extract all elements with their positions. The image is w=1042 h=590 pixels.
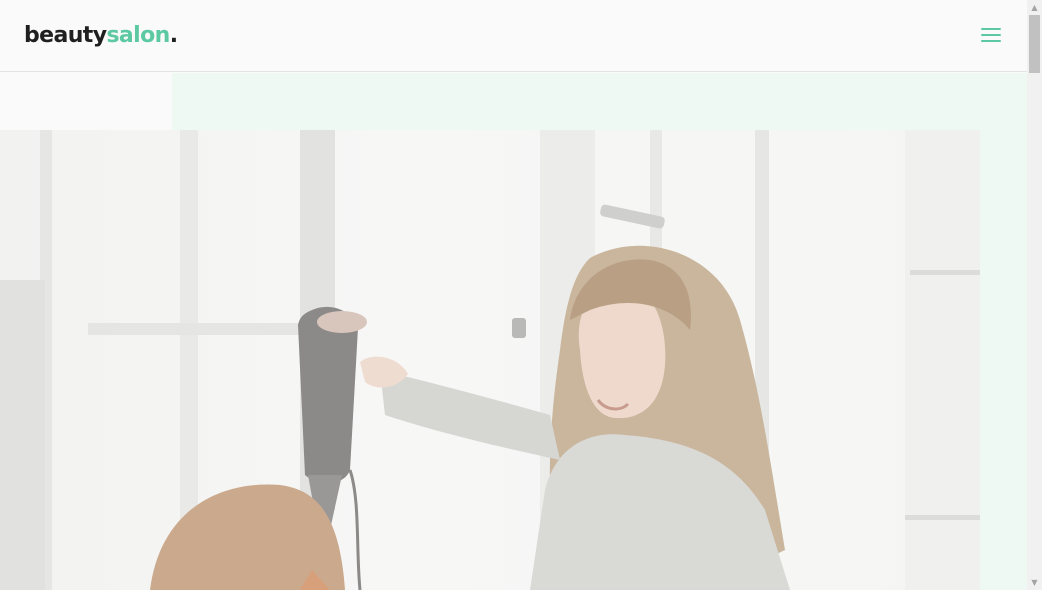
- site-header: beautysalon.: [0, 0, 1027, 72]
- hairdresser-photo: [0, 130, 980, 590]
- scroll-up-icon[interactable]: ▲: [1027, 0, 1042, 15]
- menu-bar-bottom: [981, 40, 1001, 42]
- scroll-down-icon[interactable]: ▼: [1027, 575, 1042, 590]
- site-logo[interactable]: beautysalon.: [24, 22, 178, 50]
- page-viewport: beautysalon.: [0, 0, 1027, 590]
- vertical-scrollbar[interactable]: ▲ ▼: [1027, 0, 1042, 590]
- hamburger-menu-icon[interactable]: [981, 28, 1001, 44]
- scrollbar-thumb[interactable]: [1029, 15, 1040, 73]
- logo-text-salon: salon: [106, 23, 170, 48]
- logo-text-beauty: beauty: [24, 23, 107, 48]
- menu-bar-top: [981, 28, 1001, 30]
- hero-image: [0, 130, 980, 590]
- menu-bar-middle: [981, 34, 1001, 36]
- logo-dot: .: [169, 23, 178, 48]
